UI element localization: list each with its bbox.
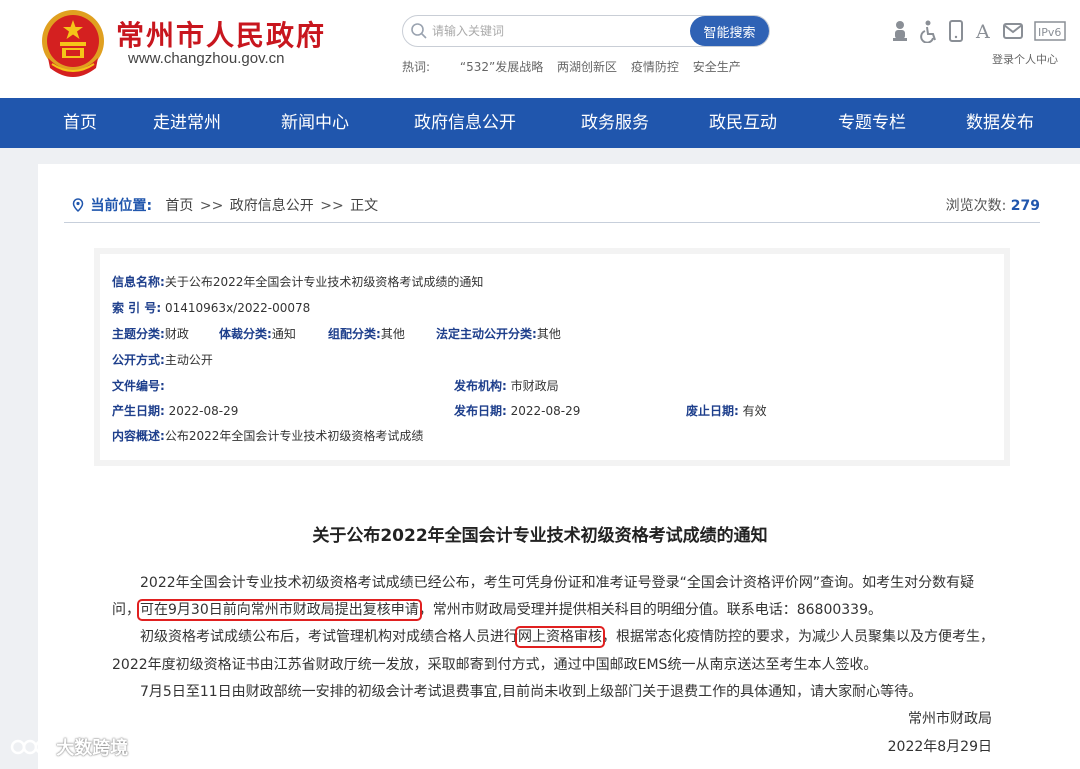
highlighted-text: 网上资格审核 — [515, 626, 605, 648]
meta-org-category: 组配分类:其他 — [328, 327, 405, 341]
nav-item-gov-info[interactable]: 政府信息公开 — [414, 98, 516, 148]
nav-item-home[interactable]: 首页 — [63, 98, 97, 148]
font-size-icon[interactable]: A — [974, 19, 992, 43]
article-signer: 常州市财政局 — [908, 711, 992, 727]
meta-summary: 内容概述:公布2022年全国会计专业技术初级资格考试成绩 — [112, 429, 424, 443]
nav-item-news[interactable]: 新闻中心 — [281, 98, 349, 148]
breadcrumb-separator: >> — [199, 198, 224, 214]
nav-item-topics[interactable]: 专题专栏 — [838, 98, 906, 148]
location-pin-icon — [72, 198, 84, 212]
nav-item-services[interactable]: 政务服务 — [581, 98, 649, 148]
meta-open-method: 公开方式:主动公开 — [112, 353, 213, 367]
article-title: 关于公布2022年全国会计专业技术初级资格考试成绩的通知 — [312, 526, 768, 546]
article-paragraph: 问，可在9月30日前向常州市财政局提出复核申请，常州市财政局受理并提供相关科目的… — [112, 599, 882, 621]
breadcrumb: 当前位置: 首页 >> 政府信息公开 >> 正文 — [72, 195, 379, 214]
main-nav: 首页 走进常州 新闻中心 政府信息公开 政务服务 政民互动 专题专栏 数据发布 — [0, 98, 1080, 148]
article-date: 2022年8月29日 — [887, 739, 992, 755]
article-paragraph: 初级资格考试成绩公布后，考试管理机构对成绩合格人员进行网上资格审核，根据常态化疫… — [140, 626, 994, 648]
meta-doc-number: 文件编号: — [112, 379, 165, 393]
nav-item-data[interactable]: 数据发布 — [966, 98, 1034, 148]
hot-word-link[interactable]: “532”发展战略 — [460, 60, 543, 74]
breadcrumb-label: 当前位置: — [90, 198, 153, 214]
smart-search-button[interactable]: 智能搜索 — [690, 16, 769, 46]
elder-care-icon[interactable] — [890, 19, 910, 43]
accessibility-icon[interactable] — [920, 19, 940, 43]
meta-index-number: 索 引 号: 01410963x/2022-00078 — [112, 301, 311, 315]
meta-published-date: 发布日期: 2022-08-29 — [454, 404, 581, 418]
site-header: 常州市人民政府 www.changzhou.gov.cn 智能搜索 热词: “5… — [0, 0, 1080, 98]
nav-item-interaction[interactable]: 政民互动 — [709, 98, 777, 148]
search-icon — [411, 23, 427, 39]
meta-issuer: 发布机构: 市财政局 — [454, 379, 559, 393]
meta-genre: 体裁分类:通知 — [219, 327, 296, 341]
article-paragraph: 2022年全国会计专业技术初级资格考试成绩已经公布，考生可凭身份证和准考证号登录… — [140, 575, 975, 591]
meta-legal-category: 法定主动公开分类:其他 — [436, 327, 561, 341]
site-title[interactable]: 常州市人民政府 — [116, 14, 326, 54]
meta-created-date: 产生日期: 2022-08-29 — [112, 404, 239, 418]
meta-info-name: 信息名称:关于公布2022年全国会计专业技术初级资格考试成绩的通知 — [112, 275, 484, 289]
watermark-logo-icon — [10, 739, 50, 755]
hot-word-link[interactable]: 疫情防控 — [631, 60, 679, 74]
breadcrumb-separator: >> — [320, 198, 344, 214]
nav-item-about[interactable]: 走进常州 — [153, 98, 221, 148]
article-paragraph: 2022年度初级资格证书由江苏省财政厅统一发放，采取邮寄到付方式，通过中国邮政E… — [112, 657, 878, 673]
breadcrumb-gov-info[interactable]: 政府信息公开 — [230, 198, 314, 214]
mobile-icon[interactable] — [948, 19, 964, 43]
view-count-value: 279 — [1010, 198, 1040, 214]
view-count: 浏览次数: 279 — [946, 195, 1040, 215]
breadcrumb-home[interactable]: 首页 — [165, 198, 193, 214]
hot-words: 热词: “532”发展战略 两湖创新区 疫情防控 安全生产 — [402, 58, 751, 74]
national-emblem-logo[interactable] — [40, 8, 106, 80]
breadcrumb-current: 正文 — [350, 198, 379, 214]
ipv6-badge-icon: IPv6 — [1034, 21, 1066, 41]
hot-words-label: 热词: — [402, 60, 431, 74]
header-tools: A IPv6 — [890, 19, 1066, 43]
mail-icon[interactable] — [1002, 19, 1024, 43]
highlighted-text: 可在9月30日前向常州市财政局提出复核申请 — [137, 599, 422, 621]
meta-theme: 主题分类:财政 — [112, 327, 189, 341]
article-paragraph: 7月5日至11日由财政部统一安排的初级会计考试退费事宜,目前尚未收到上级部门关于… — [140, 684, 923, 700]
search-input[interactable] — [432, 20, 682, 42]
view-count-label: 浏览次数: — [945, 198, 1007, 214]
meta-expire-date: 废止日期: 有效 — [686, 404, 767, 418]
hot-word-link[interactable]: 安全生产 — [693, 60, 741, 74]
divider — [64, 222, 1040, 223]
svg-text:IPv6: IPv6 — [1038, 26, 1061, 39]
hot-word-link[interactable]: 两湖创新区 — [557, 60, 617, 74]
login-link[interactable]: 登录个人中心 — [992, 51, 1058, 67]
svg-text:A: A — [975, 21, 990, 43]
site-url[interactable]: www.changzhou.gov.cn — [128, 50, 284, 67]
watermark: 大数跨境 — [10, 734, 128, 760]
